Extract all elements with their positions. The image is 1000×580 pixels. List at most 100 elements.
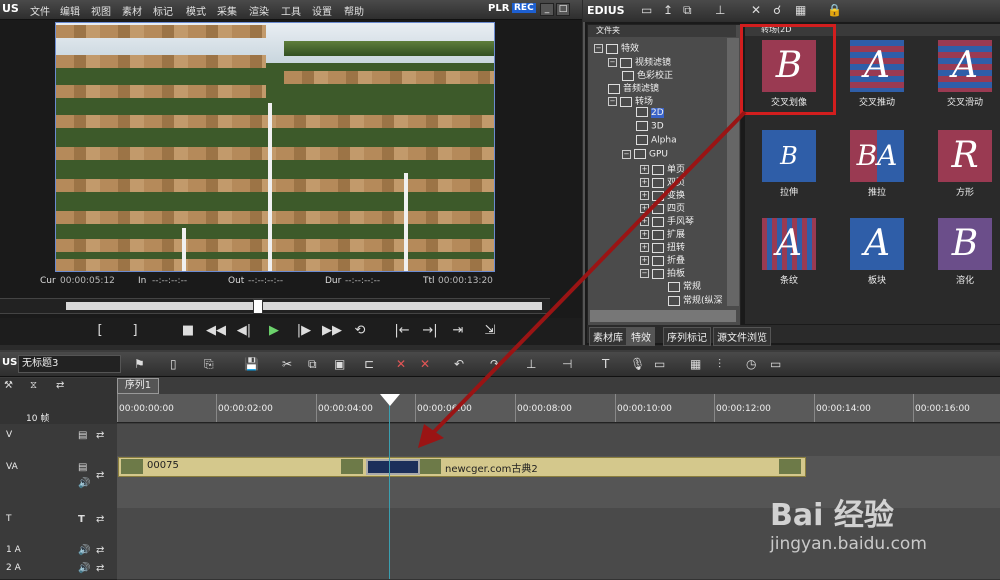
add-icon[interactable]: ⊥ [715,3,725,17]
loop-icon[interactable]: ⟲ [350,322,370,340]
new-folder-icon[interactable]: ⧉ [683,3,692,18]
effect-dissolve[interactable]: B 溶化 [930,218,1000,286]
menu-capture[interactable]: 采集 [217,3,237,18]
step-forward-icon[interactable]: |▶ [294,322,314,340]
tree-node-transitions[interactable]: − 转场 [608,94,653,107]
overwrite-icon[interactable]: →| [420,322,440,340]
tree-node-2d[interactable]: 2D [636,107,664,118]
transition-marker[interactable] [366,459,420,475]
delete-icon[interactable]: ✕ [751,3,761,17]
cut-icon[interactable]: ✂ [282,357,292,371]
new-sequence-icon[interactable]: ▯ [170,357,177,371]
tree-node-fold[interactable]: + 折叠 [640,253,685,266]
tree-node-3d[interactable]: 3D [636,121,664,132]
properties-icon[interactable]: ☌ [773,3,781,17]
effect-square[interactable]: R 方形 [930,130,1000,198]
effect-blocks[interactable]: A 板块 [842,218,912,286]
link-tracks-icon[interactable]: ⇄ [56,380,64,391]
speaker-icon[interactable]: 🔊 [78,545,90,556]
menu-view[interactable]: 视图 [91,3,111,18]
sync-lock-icon[interactable]: ⇄ [96,470,104,481]
menu-clip[interactable]: 素材 [122,3,142,18]
redo-icon[interactable]: ↷ [490,357,500,371]
sync-lock-icon[interactable]: ⇄ [96,545,104,556]
play-icon[interactable]: ▶ [264,322,284,340]
set-out-icon[interactable]: ] [125,322,145,340]
open-icon[interactable]: ⎘ [204,357,214,372]
lock-icon[interactable]: 🔒 [827,3,842,17]
tree-node-expand[interactable]: + 扩展 [640,227,685,240]
sync-lock-icon[interactable]: ⇄ [96,430,104,441]
scrub-bar[interactable] [0,298,550,314]
speaker-icon[interactable]: 🔊 [78,563,90,574]
menu-render[interactable]: 渲染 [249,3,269,18]
track-v[interactable] [117,424,1000,457]
speaker-icon[interactable]: 🔊 [78,478,90,489]
video-track-icon[interactable]: ▤ [78,430,87,441]
tree-node-four-page[interactable]: + 四页 [640,201,685,214]
effect-stripes[interactable]: A 条纹 [754,218,824,286]
insert-icon[interactable]: |← [392,322,412,340]
tab-sequence1[interactable]: 序列1 [117,378,159,394]
track-tools-icon[interactable]: ⚒ [4,380,13,391]
minimize-icon[interactable]: _ [540,3,554,16]
tab-effects[interactable]: 特效 [627,327,655,346]
restore-icon[interactable]: □ [556,3,570,16]
tree-horizontal-scrollbar[interactable] [590,310,736,322]
mixer-icon[interactable]: ⫶ [718,357,721,372]
menu-edit[interactable]: 编辑 [60,3,80,18]
stop-icon[interactable]: ■ [178,322,198,340]
undo-icon[interactable]: ↶ [454,357,464,371]
rewind-icon[interactable]: ◀◀ [206,322,226,340]
tree-node-effects[interactable]: − 特效 [594,41,639,54]
copy-icon[interactable]: ⧉ [308,357,317,372]
grid-icon[interactable]: ▦ [690,357,701,371]
scrub-handle[interactable] [253,299,263,314]
tree-vertical-scrollbar[interactable] [727,38,739,306]
tab-source-browser[interactable]: 源文件浏览 [713,327,771,346]
video-clip[interactable]: 00075 newcger.com古典2 [118,457,806,477]
tree-node-alpha[interactable]: Alpha [636,135,677,146]
tree-node-clapper[interactable]: − 拍板 [640,266,685,279]
menu-help[interactable]: 帮助 [344,3,364,18]
effect-cross-push[interactable]: A 交叉推动 [842,40,912,108]
mode-icon[interactable]: ⚑ [134,357,145,371]
export-icon[interactable]: ⇲ [480,322,500,340]
effect-stretch[interactable]: B 拉伸 [754,130,824,198]
effect-cross-slide[interactable]: A 交叉滑动 [930,40,1000,108]
plr-mode-button[interactable]: PLR [488,3,509,14]
sync-lock-icon[interactable]: ⇄ [96,563,104,574]
tree-node-double-page[interactable]: + 双页 [640,175,685,188]
view-mode-icon[interactable]: ▦ [795,3,806,17]
playhead-line[interactable] [389,394,390,579]
link-icon[interactable]: ⊏ [364,357,374,371]
ripple-delete-icon[interactable]: ✕ [420,357,430,371]
menu-tools[interactable]: 工具 [281,3,301,18]
menu-file[interactable]: 文件 [30,3,50,18]
save-icon[interactable]: 💾 [244,357,259,371]
tree-node-gpu[interactable]: − GPU [622,149,668,160]
mic-icon[interactable]: 🎙 [630,357,645,371]
frames-label[interactable]: 10 帧 [26,411,49,424]
rec-mode-button[interactable]: REC [512,3,536,13]
fast-forward-icon[interactable]: ▶▶ [322,322,342,340]
render-icon[interactable]: ▭ [654,357,665,371]
time-ruler[interactable]: 00:00:00:00 00:00:02:00 00:00:04:00 00:0… [117,394,1000,423]
sync-lock-icon[interactable]: ⇄ [96,514,104,525]
tree-node-audio-filters[interactable]: 音频滤镜 [608,81,659,94]
project-name[interactable]: 无标题3 [18,355,121,373]
sync-icon[interactable]: ⧖ [30,380,37,391]
tree-node-accordion[interactable]: + 手风琴 [640,214,694,227]
video-track-icon[interactable]: ▤ [78,462,87,473]
tree-node-twist[interactable]: + 扭转 [640,240,685,253]
menu-settings[interactable]: 设置 [312,3,332,18]
tab-sequence-markers[interactable]: 序列标记 [663,327,711,346]
scrub-track[interactable] [66,302,542,310]
tree-node-regular[interactable]: 常规 [668,279,701,292]
tree-node-single-page[interactable]: + 单页 [640,162,685,175]
tab-bin[interactable]: 素材库 [589,327,627,346]
title-icon[interactable]: T [602,357,609,371]
delete-clip-icon[interactable]: ✕ [396,357,406,371]
menu-mode[interactable]: 模式 [186,3,206,18]
folder-icon[interactable]: ▭ [641,3,652,17]
